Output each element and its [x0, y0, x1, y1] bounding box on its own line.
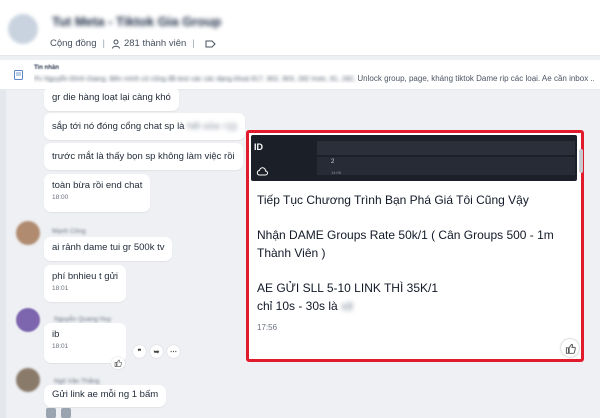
sender-name: Nguyễn Quang Huy	[54, 316, 112, 323]
thumbnail-number: 2	[331, 159, 335, 165]
card-blurred-text: xịt	[341, 299, 354, 313]
pinned-blurred-text: Pv Nguyễn Đình Giang. Bên mình có cũng đ…	[34, 76, 356, 83]
message-text: sắp tới nó đóng cổng chat sp là	[52, 121, 185, 132]
message-time: 18:01	[52, 343, 69, 350]
scroll-indicator	[579, 149, 583, 173]
sender-name: Mạnh Công	[52, 228, 86, 235]
quote-icon[interactable]: ❞	[133, 345, 146, 358]
forward-icon[interactable]: ➥	[150, 345, 163, 358]
like-icon	[114, 359, 122, 367]
card-line: chỉ 10s - 30s là xịt	[257, 299, 353, 313]
message-text: ib	[52, 329, 60, 340]
pinned-visible-text: Unlock group, page, kháng tiktok Dame ri…	[357, 74, 594, 83]
sender-name: Ngô Văn Thắng	[54, 378, 100, 385]
avatar[interactable]	[16, 368, 40, 392]
thumbnail-area	[317, 141, 575, 155]
message-bubble[interactable]: ai rảnh dame tui gr 500k tv	[44, 237, 173, 261]
avatar[interactable]	[16, 221, 40, 245]
thumbnail-label: ID	[254, 142, 263, 152]
highlighted-message-card[interactable]: ID 2 14:05 Tiếp Tục Chương Trình Bạn Phá…	[246, 130, 584, 362]
sidebar-edge	[0, 90, 6, 418]
more-icon[interactable]: ⋯	[167, 345, 180, 358]
message-bubble[interactable]: gr die hàng loạt lại càng khó	[44, 87, 179, 111]
cloud-icon	[256, 167, 268, 176]
message-bubble[interactable]: Gửi link ae mỗi ng 1 bấm	[44, 385, 167, 407]
card-line: Tiếp Tục Chương Trình Bạn Phá Giá Tôi Cũ…	[257, 193, 529, 207]
person-icon	[111, 39, 120, 49]
pinned-message-bar[interactable]: Tin nhắn Pv Nguyễn Đình Giang. Bên mình …	[0, 60, 600, 90]
message-text: Gửi link ae mỗi ng 1 bấm	[52, 389, 159, 400]
message-time: 18:00	[52, 194, 69, 201]
community-label: Cộng đồng	[50, 38, 97, 49]
message-text: toàn bừa rồi end chat	[52, 180, 143, 191]
message-text: trước mắt là thấy bọn sp không làm việc …	[52, 151, 235, 162]
card-line-text: chỉ 10s - 30s là	[257, 299, 338, 313]
message-text: gr die hàng loạt lại càng khó	[52, 92, 171, 103]
like-button[interactable]	[561, 339, 579, 357]
message-blurred-text: hết sửa =)))	[187, 121, 238, 132]
avatar[interactable]	[16, 308, 40, 332]
group-title[interactable]: Tut Meta - Tiktok Gia Group	[52, 14, 221, 29]
bottom-icons	[46, 408, 71, 418]
pinned-label: Tin nhắn	[34, 65, 59, 71]
card-line: AE GỬI SLL 5-10 LINK THÌ 35K/1	[257, 281, 439, 295]
message-text: ai rảnh dame tui gr 500k tv	[52, 242, 165, 253]
chat-header: Tut Meta - Tiktok Gia Group Cộng đồng | …	[0, 0, 600, 56]
message-time: 18:01	[52, 285, 69, 292]
message-text: phí bnhieu t gửi	[52, 271, 119, 282]
pinned-text: Pv Nguyễn Đình Giang. Bên mình có cũng đ…	[34, 74, 594, 83]
message-actions: ❞ ➥ ⋯	[133, 345, 180, 358]
card-time: 17:56	[257, 323, 278, 332]
thumbnail-time: 14:05	[331, 170, 342, 175]
member-count[interactable]: 281 thành viên	[124, 38, 186, 49]
separator: |	[102, 38, 105, 49]
reaction-button[interactable]	[111, 357, 125, 369]
group-avatar[interactable]	[8, 14, 38, 44]
image-thumbnail[interactable]: ID 2 14:05	[251, 135, 577, 181]
emoji-icon[interactable]	[61, 408, 71, 418]
message-bubble[interactable]: phí bnhieu t gửi 18:01	[44, 265, 127, 302]
pin-icon	[14, 70, 23, 80]
message-bubble[interactable]: toàn bừa rồi end chat 18:00	[44, 174, 151, 212]
thumbnail-area	[317, 157, 575, 175]
group-meta: Cộng đồng | 281 thành viên |	[50, 38, 216, 49]
separator: |	[192, 38, 195, 49]
card-line: Nhận DAME Groups Rate 50k/1 ( Cân Groups…	[257, 228, 554, 242]
tag-icon[interactable]	[205, 39, 216, 49]
like-icon	[565, 343, 576, 354]
message-bubble[interactable]: sắp tới nó đóng cổng chat sp là hết sửa …	[44, 113, 246, 140]
card-line: Thành Viên )	[257, 246, 326, 260]
emoji-icon[interactable]	[46, 408, 56, 418]
message-bubble[interactable]: trước mắt là thấy bọn sp không làm việc …	[44, 143, 243, 170]
